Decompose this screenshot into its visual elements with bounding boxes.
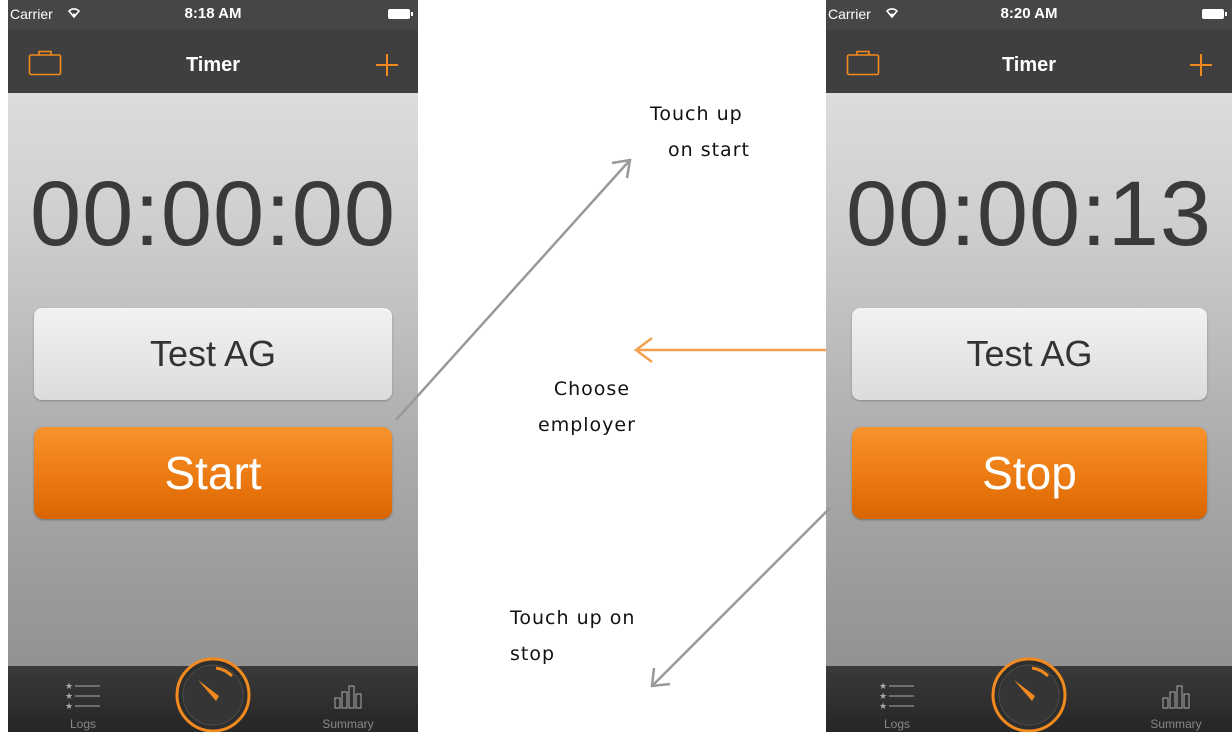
annotation-line: Touch up <box>650 103 743 125</box>
annotation-line: Touch up on <box>510 607 636 629</box>
annotation-line: on start <box>668 139 750 161</box>
annotation-line: stop <box>510 643 556 665</box>
arrow-touch-stop <box>650 507 831 688</box>
annotation-choose-employer: Choose employer <box>538 371 636 443</box>
annotation-line: Choose <box>553 378 631 400</box>
annotation-line: employer <box>538 414 636 436</box>
annotation-touch-stop: Touch up on stop <box>510 600 635 672</box>
arrow-choose-employer <box>633 337 826 363</box>
annotation-touch-start: Touch up on start <box>650 96 750 168</box>
